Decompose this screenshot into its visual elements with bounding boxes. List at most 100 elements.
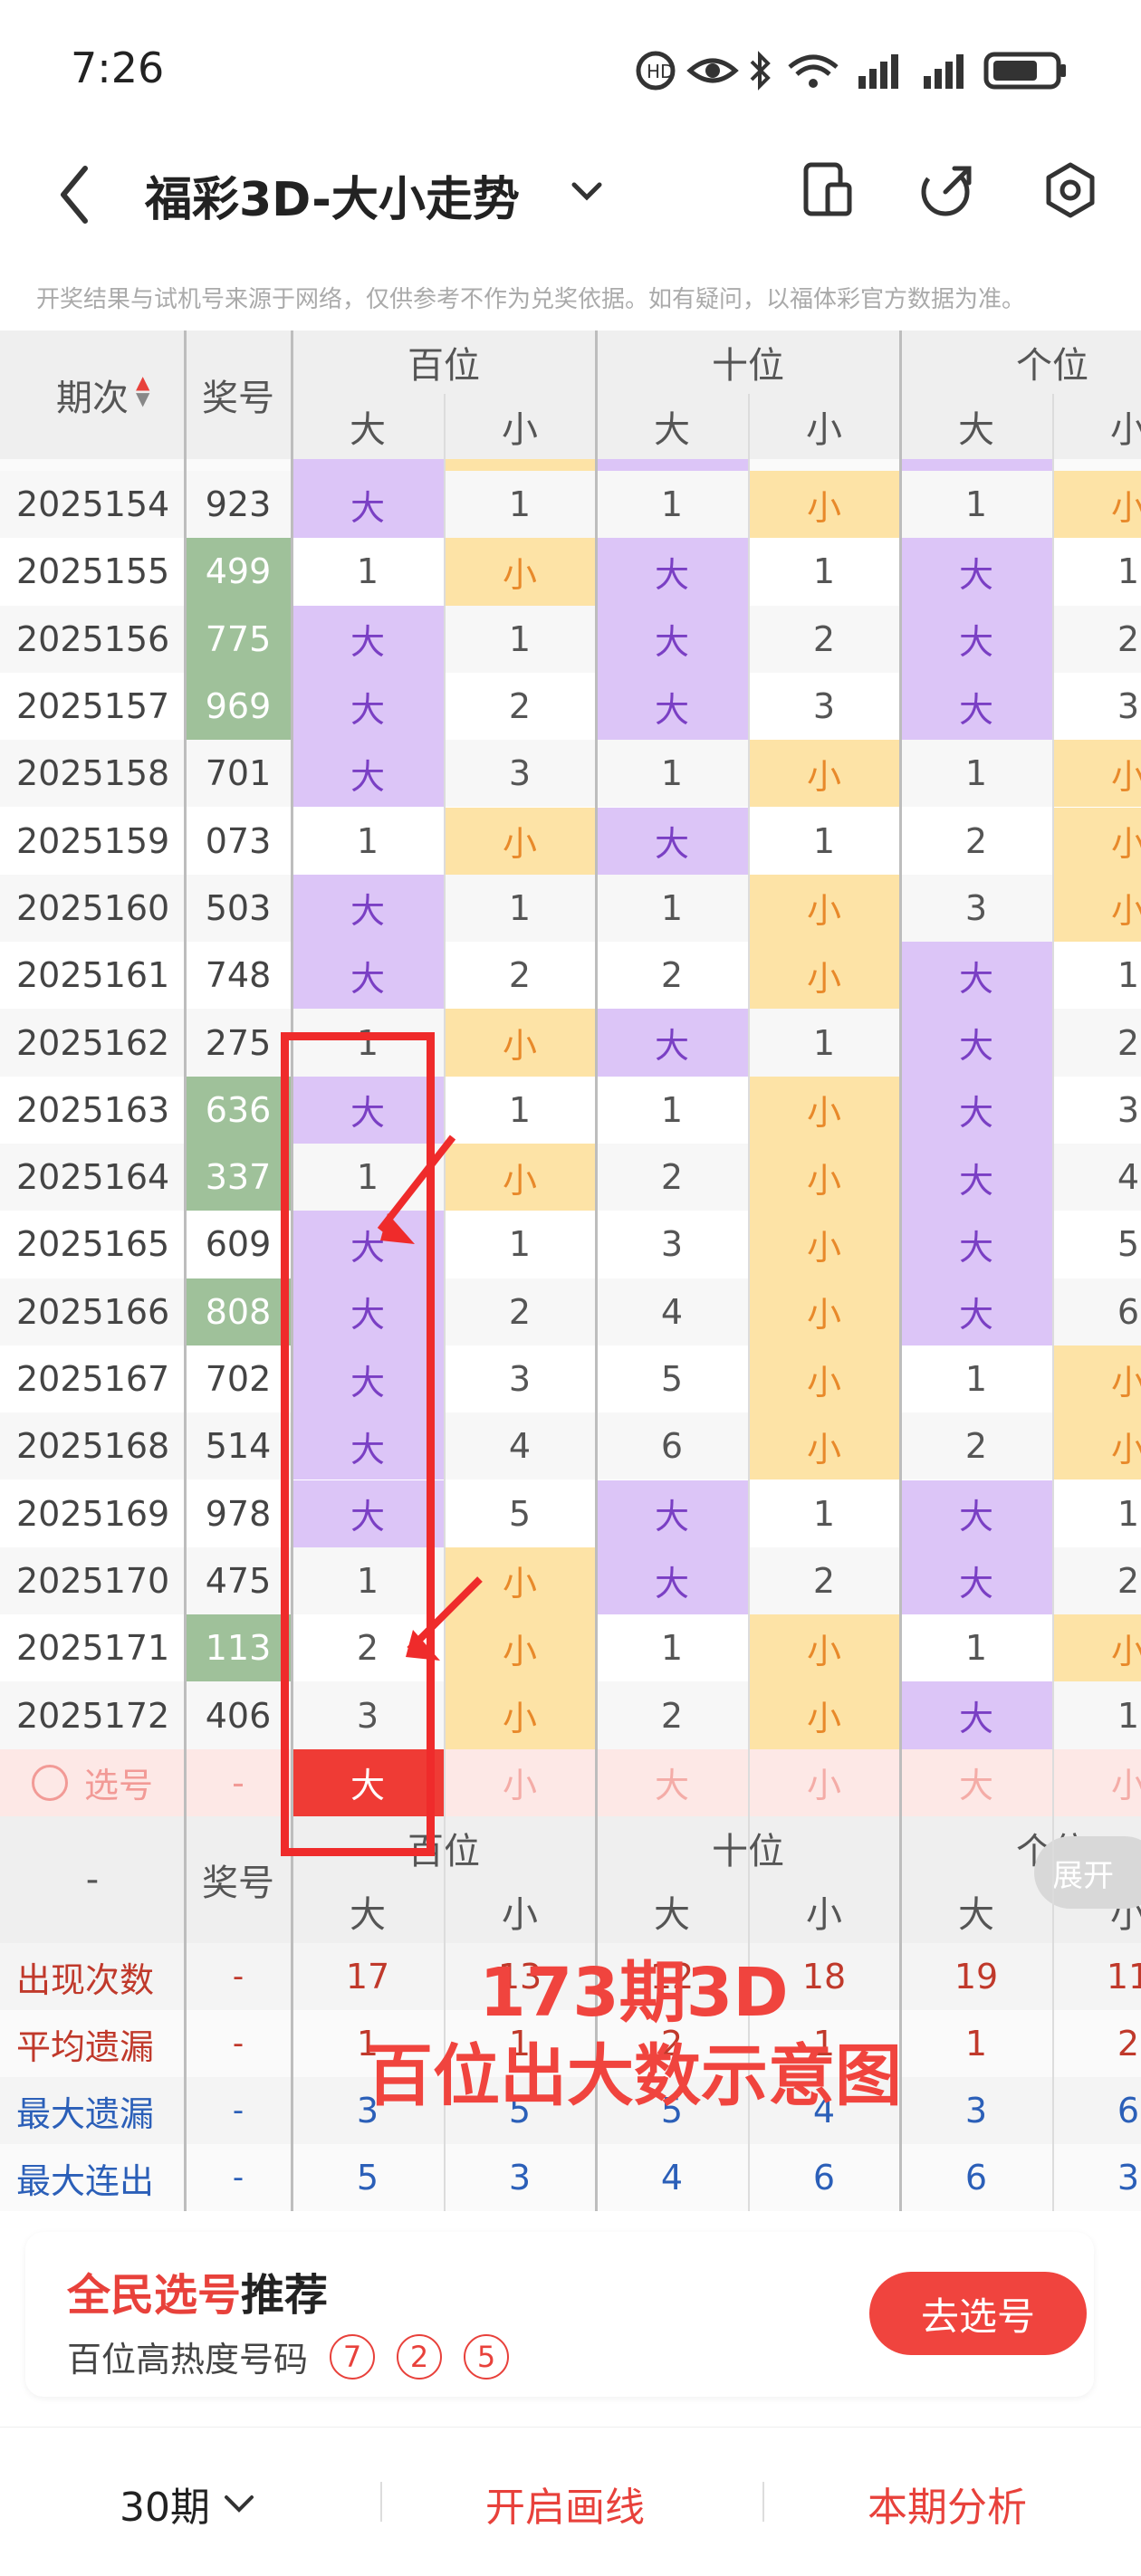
select-option[interactable]: 大 xyxy=(596,1749,748,1816)
small-cell: 2 xyxy=(508,686,532,727)
trend-table: 期次 奖号 百位大小十位大小个位大小 ▲ ▼ 2025154 923 大 1 1 小 1 小 202515… xyxy=(0,330,1141,2232)
small-cell: 小 xyxy=(444,1547,596,1615)
big-cell: 1 xyxy=(660,1628,684,1669)
recommend-title-black: 推荐 xyxy=(241,2270,329,2321)
arrowhead-icon-2 xyxy=(406,1630,440,1661)
big-cell: 1 xyxy=(964,1359,988,1400)
recommend-card[interactable]: 全民选号推荐 百位高热度号码 7 2 5 去选号 xyxy=(25,2232,1094,2397)
header-sub-small: 小 xyxy=(502,409,538,451)
header-group: 十位 xyxy=(712,345,784,387)
big-cell: 2 xyxy=(660,1157,684,1198)
small-cell: 5 xyxy=(508,1493,532,1534)
big-cell: 大 xyxy=(900,1278,1052,1345)
wifi-icon xyxy=(788,54,839,88)
period-cell: 2025155 xyxy=(16,551,170,592)
back-icon[interactable] xyxy=(56,163,92,226)
stats-header-big: 大 xyxy=(654,1894,690,1936)
big-cell: 2 xyxy=(660,955,684,996)
select-option[interactable]: 小 xyxy=(1052,1749,1141,1816)
expand-button[interactable]: 展开 xyxy=(1034,1836,1141,1909)
remnant-cell xyxy=(900,459,1052,471)
stats-label: 最大遗漏 xyxy=(16,2093,155,2134)
small-cell: 1 xyxy=(1117,551,1140,592)
big-cell: 5 xyxy=(660,1359,684,1400)
chevron-down-icon[interactable] xyxy=(569,177,605,205)
small-cell: 小 xyxy=(444,1614,596,1682)
small-cell: 1 xyxy=(508,618,532,659)
small-cell: 小 xyxy=(748,1076,900,1144)
settings-icon[interactable] xyxy=(1041,161,1099,219)
period-cell: 2025163 xyxy=(16,1089,170,1130)
small-cell: 小 xyxy=(1052,1614,1141,1682)
big-cell: 1 xyxy=(660,484,684,525)
small-cell: 4 xyxy=(1117,1157,1140,1198)
share-icon[interactable] xyxy=(918,161,976,219)
device-icon[interactable] xyxy=(801,161,855,219)
small-cell: 2 xyxy=(812,1560,836,1601)
big-cell: 大 xyxy=(900,1480,1052,1547)
stats-header-small: 小 xyxy=(502,1894,538,1936)
period-cell: 2025157 xyxy=(16,686,170,727)
disclaimer-text: 开奖结果与试机号来源于网络，仅供参考不作为兑奖依据。如有疑问，以福体彩官方数据为… xyxy=(36,286,1026,313)
stats-label: 平均遗漏 xyxy=(16,2026,155,2067)
number-cell: 748 xyxy=(205,955,272,996)
select-option[interactable]: 小 xyxy=(748,1749,900,1816)
radio-circle-icon[interactable] xyxy=(31,1764,68,1801)
small-cell: 小 xyxy=(748,1211,900,1278)
number-cell: 978 xyxy=(205,1493,272,1534)
period-cell: 2025158 xyxy=(16,753,170,794)
small-cell: 小 xyxy=(444,538,596,606)
small-cell: 1 xyxy=(508,1089,532,1130)
go-select-button[interactable]: 去选号 xyxy=(869,2272,1087,2355)
select-label[interactable]: 选号 xyxy=(0,1749,185,1816)
small-cell: 小 xyxy=(444,1681,596,1749)
hd-call-icon: HD xyxy=(636,51,676,91)
sort-icon[interactable]: ▲ ▼ xyxy=(136,373,149,407)
select-option[interactable]: 小 xyxy=(444,1749,596,1816)
number-cell: 969 xyxy=(185,672,292,741)
small-cell: 小 xyxy=(748,1614,900,1682)
grid-line xyxy=(184,330,187,2211)
draw-line-button[interactable]: 开启画线 xyxy=(485,2475,645,2533)
hot-ball: 7 xyxy=(330,2333,376,2380)
big-cell: 大 xyxy=(900,1547,1052,1615)
divider xyxy=(380,2482,382,2522)
small-cell: 2 xyxy=(1117,1560,1140,1601)
recommend-title-red: 全民选号 xyxy=(67,2270,242,2321)
header-period-col[interactable]: 期次 xyxy=(0,330,185,459)
small-cell: 小 xyxy=(748,471,900,539)
small-cell: 3 xyxy=(1117,686,1140,727)
big-cell: 大 xyxy=(292,740,444,808)
small-cell: 小 xyxy=(444,807,596,875)
stats-value: 6 xyxy=(812,2158,836,2198)
period-cell: 2025159 xyxy=(16,820,170,861)
big-cell: 大 xyxy=(900,538,1052,606)
header-group: 百位 xyxy=(408,345,480,387)
small-cell: 小 xyxy=(748,1144,900,1211)
big-cell: 1 xyxy=(964,753,988,794)
page-title[interactable]: 福彩3D-大小走势 xyxy=(145,161,520,229)
big-cell: 大 xyxy=(900,1144,1052,1211)
period-cell: 2025160 xyxy=(16,887,170,928)
small-cell: 3 xyxy=(508,1359,532,1400)
big-cell: 大 xyxy=(900,672,1052,741)
app-header: 福彩3D-大小走势 xyxy=(0,136,1141,254)
small-cell: 小 xyxy=(748,942,900,1010)
big-cell: 2 xyxy=(964,820,988,861)
big-cell: 大 xyxy=(596,1480,748,1547)
small-cell: 4 xyxy=(508,1426,532,1467)
big-cell: 大 xyxy=(596,538,748,606)
grid-line xyxy=(444,394,446,2211)
small-cell: 2 xyxy=(1117,1022,1140,1063)
select-option[interactable]: 大 xyxy=(900,1749,1052,1816)
number-cell: 475 xyxy=(205,1560,272,1601)
small-cell: 小 xyxy=(748,1278,900,1345)
header-group: 个位 xyxy=(1016,345,1088,387)
big-cell: 大 xyxy=(900,1681,1052,1749)
period-selector[interactable]: 30期 xyxy=(120,2475,257,2533)
analysis-button[interactable]: 本期分析 xyxy=(868,2475,1027,2533)
small-cell: 1 xyxy=(812,551,836,592)
small-cell: 小 xyxy=(748,874,900,943)
clock: 7:26 xyxy=(71,43,165,92)
big-cell: 大 xyxy=(292,942,444,1010)
